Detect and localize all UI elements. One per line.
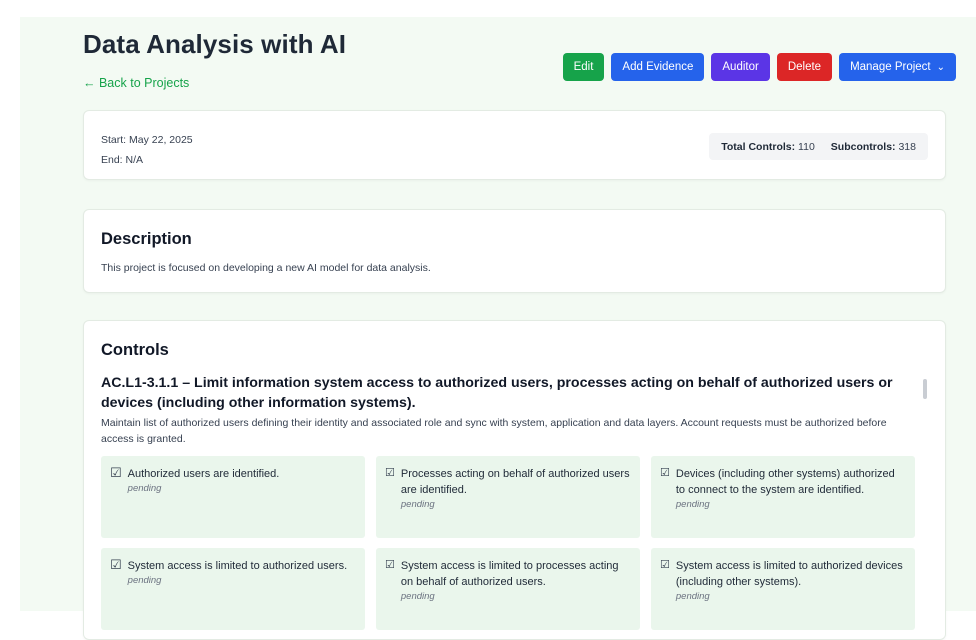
description-text: This project is focused on developing a … (101, 262, 431, 274)
delete-button[interactable]: Delete (776, 53, 833, 81)
totals-badge: Total Controls: 110 Subcontrols: 318 (709, 133, 928, 160)
subcontrol-card: ☑ Authorized users are identified. pendi… (101, 456, 365, 538)
subcontrol-card: ☑ System access is limited to processes … (376, 548, 640, 630)
subcontrol-status: pending (127, 575, 162, 586)
total-controls: Total Controls: 110 (721, 140, 815, 153)
subcontrol-card: ☑ System access is limited to authorized… (101, 548, 365, 630)
subcontrol-status: pending (675, 591, 710, 602)
back-to-projects-link[interactable]: ← Back to Projects (83, 76, 189, 90)
checkbox-checked-icon[interactable]: ☑ (660, 466, 670, 480)
subcontrol-text: Processes acting on behalf of authorized… (400, 468, 630, 496)
start-date: Start: May 22, 2025 (101, 134, 193, 146)
page-title: Data Analysis with AI (83, 29, 347, 59)
total-subcontrols: Subcontrols: 318 (830, 140, 916, 153)
subcontrol-card: ☑ Processes acting on behalf of authoriz… (376, 456, 640, 538)
subcontrol-text: System access is limited to authorized d… (675, 560, 903, 588)
checkbox-checked-icon[interactable]: ☑ (385, 466, 395, 480)
subcontrol-text: System access is limited to processes ac… (400, 560, 619, 588)
project-page: Data Analysis with AI ← Back to Projects… (20, 17, 976, 640)
checkbox-checked-icon[interactable]: ☑ (385, 558, 395, 572)
checkbox-checked-icon[interactable]: ☑ (110, 466, 122, 480)
controls-card[interactable]: Controls AC.L1-3.1.1 – Limit information… (83, 320, 946, 640)
add-evidence-button[interactable]: Add Evidence (611, 53, 705, 81)
manage-project-label: Manage Project (850, 61, 931, 73)
description-heading: Description (101, 230, 192, 248)
subcontrol-status: pending (400, 499, 435, 510)
subcontrol-text: Devices (including other systems) author… (675, 468, 895, 496)
subcontrol-grid: ☑ Authorized users are identified. pendi… (101, 456, 916, 630)
checkbox-checked-icon[interactable]: ☑ (660, 558, 670, 572)
subcontrol-card: ☑ System access is limited to authorized… (651, 548, 915, 630)
auditor-button[interactable]: Auditor (711, 53, 770, 81)
subcontrol-status: pending (675, 499, 710, 510)
edit-button[interactable]: Edit (562, 53, 605, 81)
subcontrol-status: pending (400, 591, 435, 602)
page-header: Data Analysis with AI ← Back to Projects… (83, 29, 956, 90)
subcontrol-status: pending (127, 483, 162, 494)
controls-heading: Controls (101, 341, 169, 359)
subcontrol-text: Authorized users are identified. (127, 468, 280, 480)
control-description: Maintain list of authorized users defini… (101, 417, 887, 445)
end-date: End: N/A (101, 154, 144, 166)
project-dates-card: Start: May 22, 2025 End: N/A Total Contr… (83, 110, 946, 180)
description-card: Description This project is focused on d… (83, 209, 946, 293)
subcontrol-card: ☑ Devices (including other systems) auth… (651, 456, 915, 538)
project-dates: Start: May 22, 2025 End: N/A (101, 130, 193, 170)
checkbox-checked-icon[interactable]: ☑ (110, 558, 122, 572)
control-title: AC.L1-3.1.1 – Limit information system a… (101, 375, 893, 411)
subcontrol-text: System access is limited to authorized u… (127, 560, 348, 572)
scrollbar-thumb[interactable] (923, 379, 927, 399)
manage-project-button[interactable]: Manage Project ⌄ (839, 53, 956, 81)
action-toolbar: Edit Add Evidence Auditor Delete Manage … (562, 53, 956, 81)
chevron-down-icon: ⌄ (936, 61, 945, 73)
